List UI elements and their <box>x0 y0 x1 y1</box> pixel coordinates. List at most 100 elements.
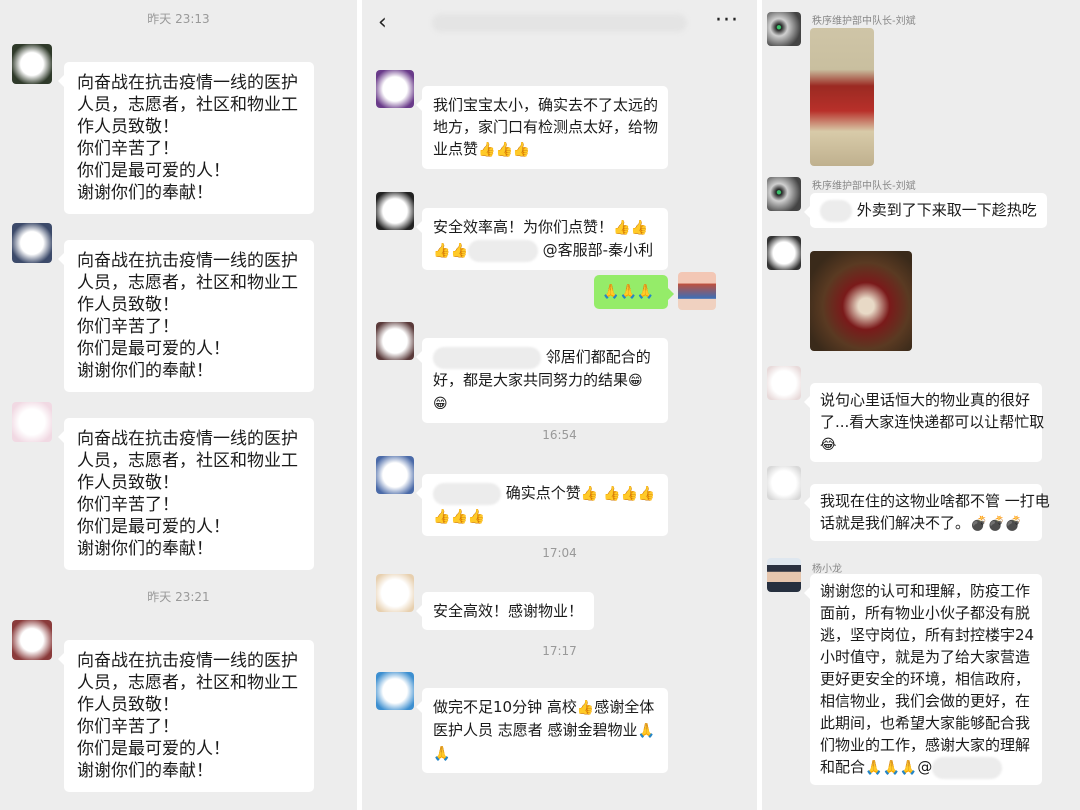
message-line: 作人员致敬！ <box>77 473 179 493</box>
message-line: 人员，志愿者，社区和物业工 <box>77 673 298 693</box>
message-line: 谢谢您的认可和理解，防疫工作 <box>820 582 1031 600</box>
thumbs-up-icon: 👍 <box>433 509 451 525</box>
pray-icon: 🙏 <box>882 760 900 776</box>
avatar[interactable] <box>767 466 801 500</box>
sender-name: 杨小龙 <box>812 564 842 575</box>
message-bubble[interactable]: 谢谢您的认可和理解，防疫工作 面前，所有物业小伙子都没有脱 逃，坚守岗位，所有封… <box>804 574 1042 785</box>
pray-icon: 🙏 <box>619 284 637 300</box>
back-icon[interactable]: ‹ <box>378 10 387 35</box>
message-line: 业点赞 <box>433 140 479 158</box>
thumbs-up-icon: 👍 <box>613 220 631 236</box>
message-bubble[interactable]: 向奋战在抗击疫情一线的医护 人员，志愿者，社区和物业工 作人员致敬！ 你们辛苦了… <box>58 62 314 214</box>
timestamp: 昨天 23:13 <box>147 12 210 26</box>
message-line: 逃，坚守岗位，所有封控楼宇24 <box>820 626 1035 644</box>
message-line: 面前，所有物业小伙子都没有脱 <box>820 604 1031 622</box>
message-bubble[interactable]: 向奋战在抗击疫情一线的医护 人员，志愿者，社区和物业工 作人员致敬！ 你们辛苦了… <box>58 418 314 570</box>
message-line: 了...看大家连快递都可以让帮忙取 <box>820 413 1045 431</box>
message-bubble[interactable]: 邻居们都配合的 好，都是大家共同努力的结果😁 😁 <box>416 338 668 423</box>
avatar[interactable] <box>12 620 52 660</box>
message-line: 向奋战在抗击疫情一线的医护 <box>77 429 298 449</box>
timestamp: 17:17 <box>542 644 577 658</box>
avatar[interactable] <box>12 44 52 84</box>
avatar[interactable] <box>767 177 801 211</box>
message-bubble[interactable]: 外卖到了下来取一下趁热吃 <box>804 193 1047 228</box>
message-line: 我现在住的这物业啥都不管 一打电 <box>820 492 1050 510</box>
message-line: 你们辛苦了！ <box>77 717 179 737</box>
message-line: 向奋战在抗击疫情一线的医护 <box>77 651 298 671</box>
pray-icon: 🙏 <box>433 746 451 762</box>
avatar[interactable] <box>767 236 801 270</box>
bomb-icon: 💣 <box>970 516 988 532</box>
chat-panel-middle[interactable]: ‹ ··· 我们宝宝太小，确实去不了太远的 地方，家门口有检测点太好，给物 业点… <box>362 0 757 810</box>
message-bubble[interactable]: 安全效率高！为你们点赞！👍👍 👍👍 @客服部-秦小利 <box>416 208 668 270</box>
avatar[interactable] <box>376 672 414 710</box>
avatar[interactable] <box>376 192 414 230</box>
message-bubble[interactable]: 向奋战在抗击疫情一线的医护 人员，志愿者，社区和物业工 作人员致敬！ 你们辛苦了… <box>58 640 314 792</box>
shared-photo[interactable] <box>810 28 874 166</box>
chat-panel-left[interactable]: 昨天 23:13 向奋战在抗击疫情一线的医护 人员，志愿者，社区和物业工 作人员… <box>0 0 357 810</box>
message-line: 更好更安全的环境，相信政府， <box>820 670 1031 688</box>
avatar[interactable] <box>376 574 414 612</box>
message-line: 确实点个赞 <box>505 484 581 502</box>
message-line: 人员，志愿者，社区和物业工 <box>77 451 298 471</box>
pray-icon: 🙏 <box>899 760 918 776</box>
message-bubble[interactable]: 说句心里话恒大的物业真的很好 了...看大家连快递都可以让帮忙取 😂 <box>804 383 1045 462</box>
grin-icon: 😁 <box>433 395 448 412</box>
avatar[interactable] <box>376 456 414 494</box>
pray-icon: 🙏 <box>602 284 620 300</box>
message-line: 感谢全体 <box>594 698 655 716</box>
redacted-text <box>932 756 1003 779</box>
message-bubble[interactable]: 做完不足10分钟 高校👍感谢全体 医护人员 志愿者 感谢金碧物业🙏 🙏 <box>416 688 668 773</box>
message-bubble[interactable]: 我们宝宝太小，确实去不了太远的 地方，家门口有检测点太好，给物 业点赞👍👍👍 <box>416 86 668 169</box>
timestamp: 昨天 23:21 <box>147 590 210 604</box>
avatar[interactable] <box>767 366 801 400</box>
my-avatar[interactable] <box>678 272 716 310</box>
mention[interactable]: @客服部-秦小利 <box>543 241 653 259</box>
shared-photo[interactable] <box>810 251 912 351</box>
thumbs-up-icon: 👍 <box>450 243 468 259</box>
message-bubble[interactable]: 安全高效！感谢物业！ <box>415 592 595 630</box>
message-line: 们物业的工作，感谢大家的理解 <box>820 736 1031 754</box>
message-bubble-outgoing[interactable]: 🙏🙏🙏 <box>594 275 674 309</box>
cry-laugh-icon: 😂 <box>820 437 837 453</box>
sender-name: 秩序维护部中队长-刘斌 <box>812 181 916 192</box>
message-line: 人员，志愿者，社区和物业工 <box>77 95 298 115</box>
redacted-text <box>433 346 541 369</box>
thumbs-up-icon: 👍 <box>620 486 638 502</box>
thumbs-up-icon: 👍 <box>576 700 595 716</box>
avatar[interactable] <box>376 70 414 108</box>
thumbs-up-icon: 👍 <box>495 142 513 158</box>
chat-panel-right[interactable]: 秩序维护部中队长-刘斌 秩序维护部中队长-刘斌 外卖到了下来取一下趁热吃 说句心… <box>762 0 1080 810</box>
message-line: 谢谢你们的奉献！ <box>77 761 213 781</box>
thumbs-up-icon: 👍 <box>512 142 531 158</box>
message-line: 和配合 <box>820 758 866 776</box>
message-bubble[interactable]: 向奋战在抗击疫情一线的医护 人员，志愿者，社区和物业工 作人员致敬！ 你们辛苦了… <box>58 240 314 392</box>
message-line: 作人员致敬！ <box>77 295 179 315</box>
message-bubble[interactable]: 我现在住的这物业啥都不管 一打电 话就是我们解决不了。💣💣💣 <box>804 484 1050 541</box>
bomb-icon: 💣 <box>1004 516 1023 532</box>
grin-icon: 😁 <box>628 372 643 389</box>
avatar[interactable] <box>376 322 414 360</box>
message-line: 话就是我们解决不了。 <box>820 514 971 532</box>
message-line: 邻居们都配合的 <box>545 348 651 366</box>
message-line: 我们宝宝太小，确实去不了太远的 <box>433 96 659 114</box>
message-bubble[interactable]: 确实点个赞👍 👍👍👍 👍👍👍 <box>416 474 668 536</box>
avatar[interactable] <box>12 402 52 442</box>
message-line: 你们是最可爱的人！ <box>77 161 230 181</box>
thumbs-up-icon: 👍 <box>603 486 621 502</box>
message-line: 好，都是大家共同努力的结果 <box>433 370 629 389</box>
avatar[interactable] <box>767 12 801 46</box>
more-icon[interactable]: ··· <box>715 8 739 33</box>
message-line: 外卖到了下来取一下趁热吃 <box>856 201 1037 219</box>
thumbs-up-icon: 👍 <box>630 220 648 236</box>
message-line: 谢谢你们的奉献！ <box>77 539 213 559</box>
bomb-icon: 💣 <box>987 516 1005 532</box>
message-line: 相信物业，我们会做的更好，在 <box>820 692 1031 710</box>
redacted-text <box>467 239 538 262</box>
avatar[interactable] <box>12 223 52 263</box>
timestamp: 16:54 <box>542 428 577 442</box>
message-line: 你们辛苦了！ <box>77 139 179 159</box>
pray-icon: 🙏 <box>865 760 883 776</box>
avatar[interactable] <box>767 558 801 592</box>
message-line: 做完不足10分钟 高校 <box>433 698 577 716</box>
